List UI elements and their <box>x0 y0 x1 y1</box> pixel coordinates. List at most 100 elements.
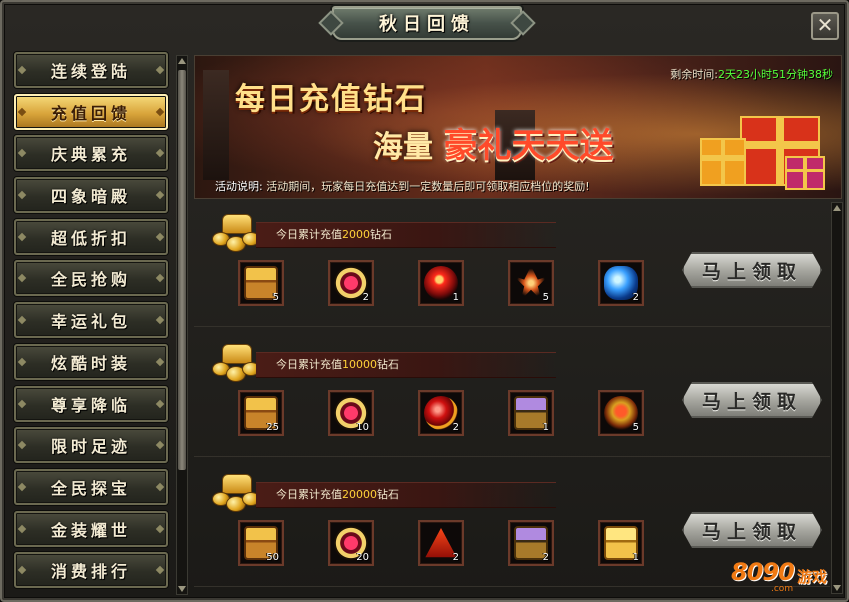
scroll-up-icon[interactable] <box>178 58 186 64</box>
reward-item-count: 20 <box>356 552 369 563</box>
reward-item-count: 10 <box>356 422 369 433</box>
remaining-time: 剩余时间:2天23小时51分钟38秒 <box>670 66 833 82</box>
remaining-time-value: 2天23小时51分钟38秒 <box>718 68 833 81</box>
reward-item[interactable]: 50 <box>238 520 284 566</box>
tier-requirement: 今日累计充值10000钻石 <box>256 352 556 378</box>
event-description-label: 活动说明: <box>215 180 263 193</box>
gold-coins-icon <box>212 472 262 516</box>
banner-sub-highlight: 豪礼天天送 <box>443 126 614 166</box>
scroll-down-icon[interactable] <box>178 586 186 592</box>
watermark-domain: .com <box>771 584 794 594</box>
site-watermark-logo: 8090 游戏 .com <box>731 556 841 596</box>
remaining-time-label: 剩余时间: <box>670 68 718 81</box>
reward-item[interactable]: 10 <box>328 390 374 436</box>
reward-item[interactable]: 20 <box>328 520 374 566</box>
tier-requirement: 今日累计充值2000钻石 <box>256 222 556 248</box>
reward-item[interactable]: 1 <box>508 390 554 436</box>
sidebar-item-label: 尊享降临 <box>50 395 131 415</box>
event-sidebar: 连续登陆 充值回馈 庆典累充 四象暗殿 超低折扣 全民抢购 幸运礼包 炫酷时装 … <box>14 52 168 592</box>
reward-item-count: 1 <box>542 422 549 433</box>
reward-item-count: 2 <box>452 422 459 433</box>
sidebar-scrollbar[interactable] <box>176 55 188 595</box>
reward-item-count: 2 <box>452 552 459 563</box>
sidebar-item-dark-palace[interactable]: 四象暗殿 <box>14 177 168 214</box>
sidebar-item-label: 金装耀世 <box>50 520 131 540</box>
sidebar-item-spending-rank[interactable]: 消费排行 <box>14 552 168 589</box>
reward-item[interactable]: 5 <box>598 390 644 436</box>
tier-requirement-prefix: 今日累计充值 <box>276 358 342 371</box>
reward-item[interactable]: 5 <box>508 260 554 306</box>
watermark-text: 游戏 <box>797 568 828 586</box>
gold-coins-icon <box>212 342 262 386</box>
title-plate: 秋日回馈 <box>318 6 536 40</box>
sidebar-item-fashion[interactable]: 炫酷时装 <box>14 343 168 380</box>
reward-item-count: 50 <box>266 552 279 563</box>
tier-requirement-suffix: 钻石 <box>377 488 399 501</box>
reward-item[interactable]: 2 <box>328 260 374 306</box>
title-ornament-right <box>510 10 536 36</box>
reward-tier: 今日累计充值10000钻石 25 10 2 1 5 马上领取 <box>194 332 830 457</box>
tier-requirement-prefix: 今日累计充值 <box>276 228 342 241</box>
sidebar-item-label: 庆典累充 <box>50 145 131 165</box>
banner-headline: 每日充值钻石 <box>235 82 427 117</box>
tier-requirement-suffix: 钻石 <box>370 228 392 241</box>
sidebar-item-label: 超低折扣 <box>50 228 131 248</box>
reward-tier: 今日累计充值2000钻石 5 2 1 5 2 马上领取 <box>194 202 830 327</box>
close-button[interactable]: ✕ <box>811 12 839 40</box>
reward-item[interactable]: 2 <box>598 260 644 306</box>
event-description-text: 活动期间，玩家每日充值达到一定数量后即可领取相应档位的奖励! <box>266 180 590 193</box>
sidebar-item-flash-sale[interactable]: 全民抢购 <box>14 260 168 297</box>
reward-item[interactable]: 5 <box>238 260 284 306</box>
gift-box-icon <box>785 156 825 190</box>
sidebar-item-celebration-recharge[interactable]: 庆典累充 <box>14 135 168 172</box>
sidebar-item-discount[interactable]: 超低折扣 <box>14 218 168 255</box>
sidebar-item-premium[interactable]: 尊享降临 <box>14 385 168 422</box>
reward-item-list: 25 10 2 1 5 <box>238 390 658 436</box>
sidebar-item-label: 消费排行 <box>50 562 131 582</box>
title-ornament-left <box>318 10 344 36</box>
content-scrollbar[interactable] <box>831 202 843 594</box>
claim-button-label: 马上领取 <box>701 260 802 283</box>
reward-item[interactable]: 1 <box>418 260 464 306</box>
reward-item-count: 5 <box>632 422 639 433</box>
sidebar-item-login-streak[interactable]: 连续登陆 <box>14 52 168 88</box>
sidebar-item-label: 全民抢购 <box>50 270 131 290</box>
sidebar-item-recharge-reward[interactable]: 充值回馈 <box>14 93 168 130</box>
sidebar-item-label: 四象暗殿 <box>50 187 131 207</box>
claim-button[interactable]: 马上领取 <box>682 382 822 418</box>
sidebar-item-gold-equipment[interactable]: 金装耀世 <box>14 510 168 547</box>
sidebar-item-lucky-pack[interactable]: 幸运礼包 <box>14 302 168 339</box>
tier-requirement-suffix: 钻石 <box>377 358 399 371</box>
banner-subheadline: 海量 豪礼天天送 <box>373 118 613 167</box>
sidebar-item-label: 全民探宝 <box>50 478 131 498</box>
sidebar-scroll-thumb[interactable] <box>178 70 186 470</box>
sidebar-item-label: 限时足迹 <box>50 437 131 457</box>
watermark-number: 8090 <box>731 558 795 586</box>
tier-requirement: 今日累计充值20000钻石 <box>256 482 556 508</box>
sidebar-item-footprint[interactable]: 限时足迹 <box>14 427 168 464</box>
gold-coins-icon <box>212 212 262 256</box>
reward-item-count: 2 <box>362 292 369 303</box>
claim-button-label: 马上领取 <box>701 520 802 543</box>
tier-requirement-amount: 20000 <box>342 488 377 501</box>
claim-button[interactable]: 马上领取 <box>682 252 822 288</box>
close-icon: ✕ <box>816 13 834 37</box>
reward-item-count: 1 <box>452 292 459 303</box>
claim-button[interactable]: 马上领取 <box>682 512 822 548</box>
event-window: 秋日回馈 ✕ 连续登陆 充值回馈 庆典累充 四象暗殿 超低折扣 全民抢购 幸运礼… <box>0 0 849 602</box>
reward-item[interactable]: 1 <box>598 520 644 566</box>
reward-item[interactable]: 2 <box>418 520 464 566</box>
reward-item[interactable]: 2 <box>418 390 464 436</box>
event-banner: 每日充值钻石 海量 豪礼天天送 剩余时间:2天23小时51分钟38秒 活动说明:… <box>194 55 842 199</box>
scroll-up-icon[interactable] <box>833 205 841 211</box>
reward-item-count: 2 <box>542 552 549 563</box>
tier-requirement-prefix: 今日累计充值 <box>276 488 342 501</box>
sidebar-item-treasure-hunt[interactable]: 全民探宝 <box>14 468 168 505</box>
reward-item[interactable]: 25 <box>238 390 284 436</box>
reward-item-count: 1 <box>632 552 639 563</box>
event-description: 活动说明: 活动期间，玩家每日充值达到一定数量后即可领取相应档位的奖励! <box>215 178 590 194</box>
banner-tower-decoration <box>203 70 229 180</box>
sidebar-item-label: 幸运礼包 <box>50 312 131 332</box>
reward-item[interactable]: 2 <box>508 520 554 566</box>
window-title: 秋日回馈 <box>379 14 475 35</box>
